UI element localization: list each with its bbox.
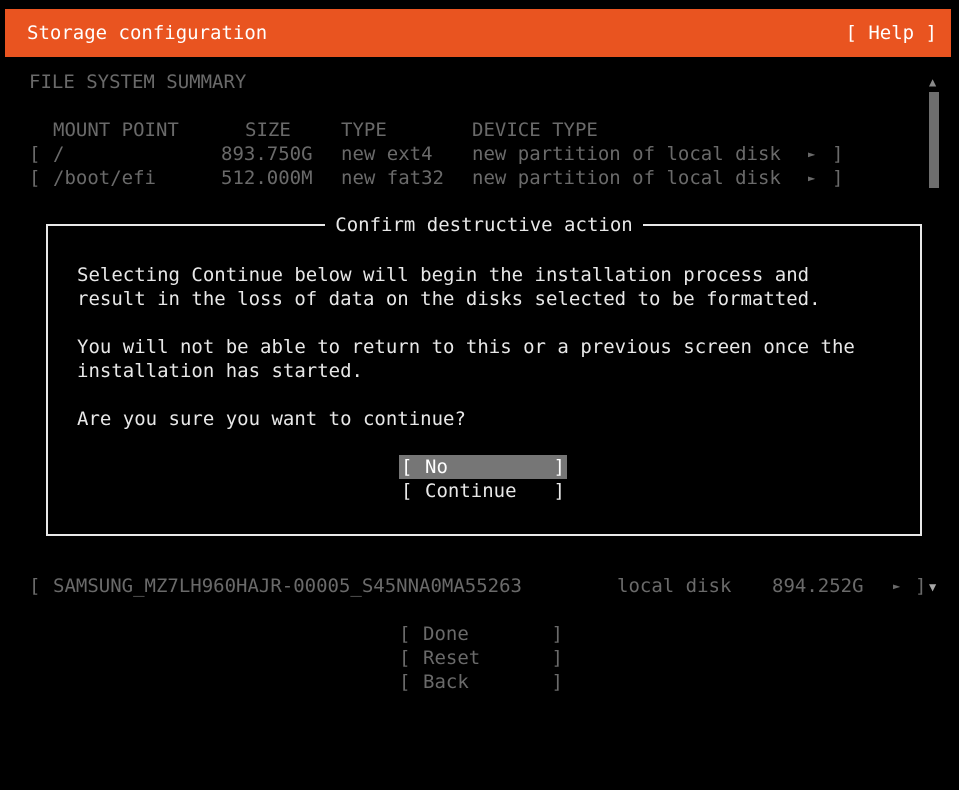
row-size: 512.000M — [221, 167, 313, 189]
button-open-bracket: [ — [401, 456, 413, 478]
row-expand-arrow-icon: ► — [808, 147, 816, 161]
done-button-label: Done — [423, 623, 469, 645]
row-open-bracket: [ — [29, 167, 41, 189]
row-close-bracket: ] — [832, 143, 844, 165]
disk-open-bracket: [ — [29, 575, 41, 597]
row-type: new ext4 — [341, 143, 433, 165]
row-mount-point: /boot/efi — [53, 167, 156, 189]
dialog-title-wrapper: Confirm destructive action — [48, 213, 920, 237]
row-device-type: new partition of local disk — [472, 143, 781, 165]
button-close-bracket: ] — [553, 480, 565, 502]
row-device-type: new partition of local disk — [472, 167, 781, 189]
continue-button[interactable]: [ Continue ] — [399, 479, 567, 503]
no-button-label: No — [425, 456, 448, 478]
file-system-summary-heading: FILE SYSTEM SUMMARY — [29, 71, 247, 93]
installer-screen: Storage configuration [ Help ] FILE SYST… — [0, 0, 959, 717]
row-open-bracket: [ — [29, 143, 41, 165]
row-type: new fat32 — [341, 167, 444, 189]
disk-kind: local disk — [617, 575, 732, 597]
row-mount-point: / — [53, 143, 65, 165]
dialog-title: Confirm destructive action — [325, 214, 643, 236]
disk-expand-arrow-icon: ► — [893, 579, 901, 593]
button-open-bracket: [ — [399, 623, 411, 645]
column-header-size: SIZE — [245, 119, 291, 141]
scroll-down-arrow-icon[interactable]: ▼ — [929, 575, 936, 599]
button-open-bracket: [ — [401, 480, 413, 502]
page-title: Storage configuration — [27, 22, 268, 44]
continue-button-label: Continue — [425, 480, 517, 502]
column-header-mount-point: MOUNT POINT — [53, 119, 179, 141]
scroll-up-arrow-icon[interactable]: ▲ — [929, 70, 936, 94]
confirm-destructive-action-dialog: Confirm destructive action Selecting Con… — [46, 214, 922, 536]
back-button-label: Back — [423, 671, 469, 693]
done-button[interactable]: [ Done ] — [397, 622, 565, 646]
dialog-text-line: Selecting Continue below will begin the … — [77, 264, 810, 286]
dialog-text-line: You will not be able to return to this o… — [77, 336, 855, 358]
button-close-bracket: ] — [553, 456, 565, 478]
dialog-text-line: installation has started. — [77, 360, 363, 382]
row-size: 893.750G — [221, 143, 313, 165]
button-open-bracket: [ — [399, 671, 411, 693]
title-bar: Storage configuration [ Help ] — [5, 9, 951, 57]
disk-close-bracket: ] — [915, 575, 927, 597]
row-close-bracket: ] — [832, 167, 844, 189]
help-button[interactable]: [ Help ] — [845, 21, 937, 45]
reset-button-label: Reset — [423, 647, 481, 669]
disk-name: SAMSUNG_MZ7LH960HAJR-00005_S45NNA0MA5526… — [53, 575, 522, 597]
back-button[interactable]: [ Back ] — [397, 670, 565, 694]
button-close-bracket: ] — [551, 647, 563, 669]
disk-size: 894.252G — [772, 575, 864, 597]
column-header-device-type: DEVICE TYPE — [472, 119, 598, 141]
reset-button[interactable]: [ Reset ] — [397, 646, 565, 670]
button-close-bracket: ] — [551, 623, 563, 645]
row-expand-arrow-icon: ► — [808, 171, 816, 185]
column-header-type: TYPE — [341, 119, 387, 141]
dialog-question: Are you sure you want to continue? — [77, 408, 466, 430]
no-button[interactable]: [ No ] — [399, 455, 567, 479]
button-close-bracket: ] — [551, 671, 563, 693]
scrollbar-thumb[interactable] — [929, 92, 939, 188]
dialog-text-line: result in the loss of data on the disks … — [77, 288, 821, 310]
button-open-bracket: [ — [399, 647, 411, 669]
